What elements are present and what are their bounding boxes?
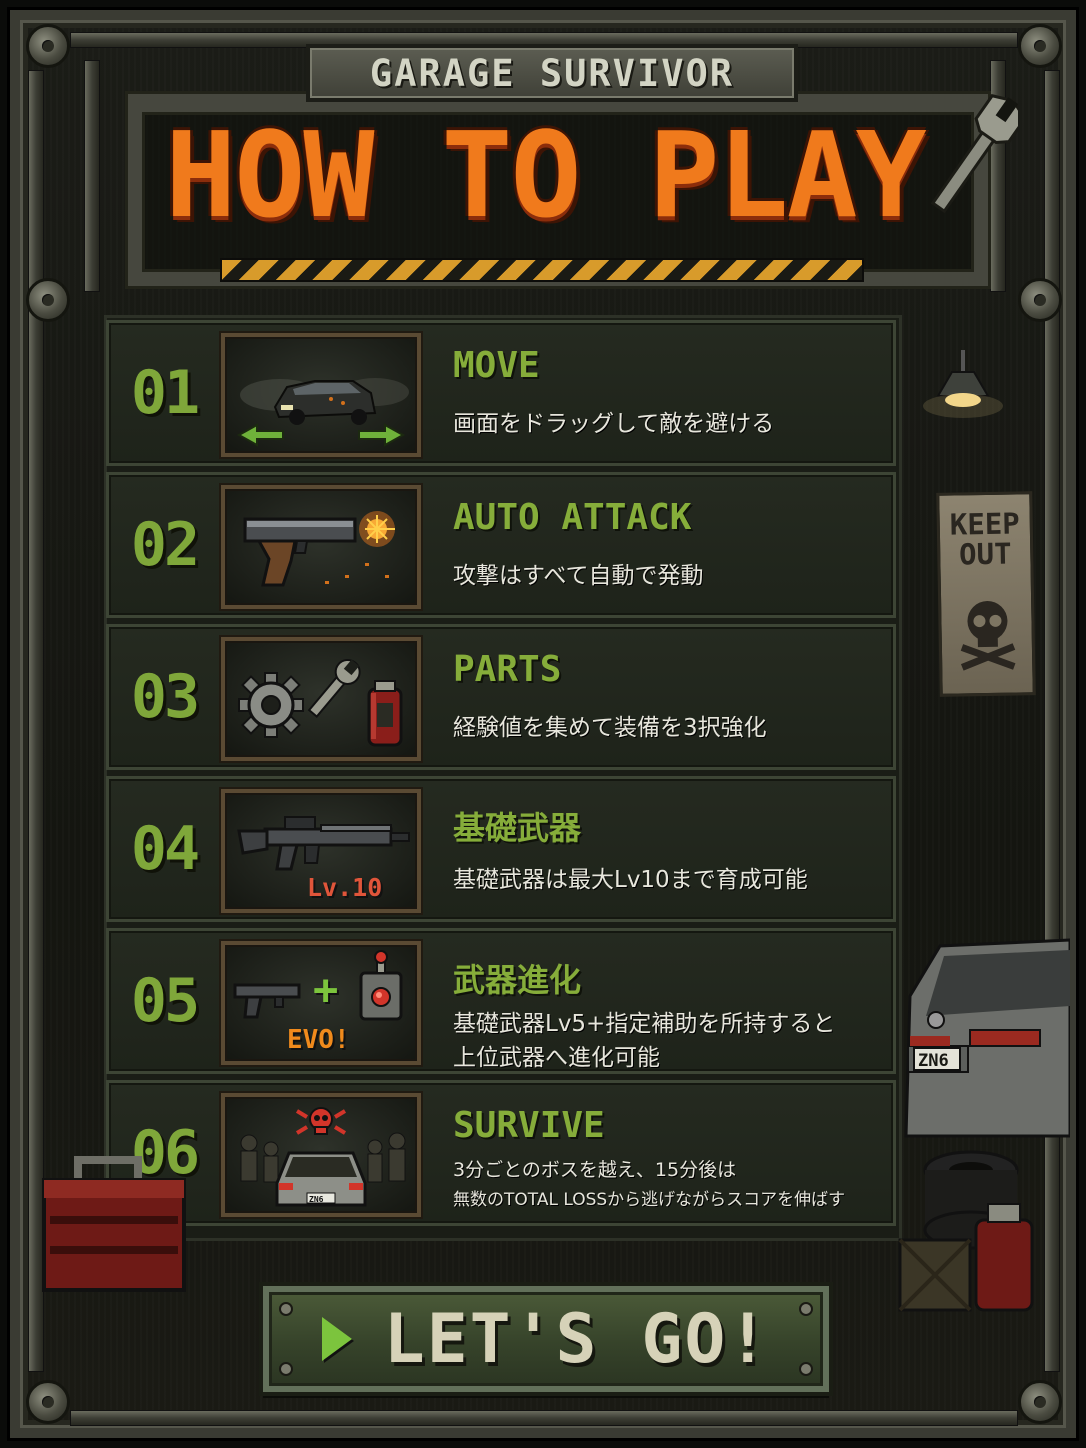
license-plate: ZN6 [309,1195,324,1204]
step-description: 基礎武器Lv5+指定補助を所持すると 上位武器へ進化可能 [453,1007,893,1075]
skull-crossbones-icon [960,600,1016,671]
step-number: 05 [130,966,200,1036]
step-title: MOVE [453,345,540,386]
step-row-weapon-evolution: 05 + EVO! 武器進化 基礎武器Lv5+指定補助を所持すると 上位武器へ進… [106,928,896,1074]
corner-bolt-icon [26,24,70,68]
left-inner-pipe [84,60,100,292]
car-plate-text: ZN6 [918,1051,949,1071]
step-description: 攻撃はすべて自動で発動 [453,563,704,589]
step-title: PARTS [453,649,562,690]
step-title: AUTO ATTACK [453,497,692,538]
subtitle-plate: GARAGE SURVIVOR [306,44,798,102]
keep-out-sign: KEEP OUT [936,491,1036,697]
lets-go-label: LET'S GO! [383,1299,771,1379]
step-number: 03 [130,662,200,732]
step-row-move: 01 MOVE 画面をドラッグして敵を避ける [106,320,896,466]
step-description: 画面をドラッグして敵を避ける [453,411,775,437]
bottom-pipe [70,1410,1018,1426]
corner-bolt-icon [1018,24,1062,68]
ceiling-lamp-icon [923,350,1003,418]
level-badge: Lv.10 [307,873,383,902]
keep-out-text: KEEP OUT [940,506,1031,572]
step-row-parts: 03 PARTS 経験値を集めて装備を3択強化 [106,624,896,770]
page-title: HOW TO PLAY [165,106,926,244]
step-number: 04 [130,814,200,884]
step-description: 基礎武器は最大Lv10まで育成可能 [453,867,808,893]
step-row-auto-attack: 02 AUTO ATTACK 攻撃はすべて自動で発動 [106,472,896,618]
step-description-line: 無数のTOTAL LOSSから逃げながらスコアを伸ばす [453,1190,846,1210]
parked-car-icon [904,938,1070,1138]
right-pipe [1044,70,1060,1372]
step-title: 基礎武器 [453,809,582,847]
step-row-survive: 06 ZN6 SURVIVE 3分ごとのボスを越え、15分後は 無数のTOTAL… [106,1080,896,1226]
pistol-icon [221,485,421,609]
hazard-stripe [220,258,864,282]
gear-wrench-canister-icon [221,637,421,761]
evo-badge: EVO! [287,1025,350,1055]
step-description: 3分ごとのボスを越え、15分後は 無数のTOTAL LOSSから逃げながらスコア… [453,1155,893,1215]
car-with-arrows-icon [221,333,421,457]
step-description-line: 3分ごとのボスを越え、15分後は [453,1159,737,1181]
step-number: 01 [130,358,200,428]
crates-icon [898,1203,1034,1312]
keep-out-line: OUT [958,536,1012,572]
lets-go-button[interactable]: LET'S GO! [263,1286,829,1392]
car-surrounded-skull-icon: ZN6 [221,1093,421,1217]
plus-sign: + [313,965,339,1014]
corner-bolt-icon [1018,278,1062,322]
step-number: 02 [130,510,200,580]
step-row-base-weapon: 04 Lv.10 基礎武器 基礎武器は最大Lv10まで育成可能 [106,776,896,922]
game-subtitle: GARAGE SURVIVOR [369,51,735,95]
play-arrow-icon [321,1317,352,1361]
corner-bolt-icon [1018,1380,1062,1424]
keep-out-line: KEEP [949,506,1020,542]
corner-bolt-icon [26,1380,70,1424]
step-description-line: 基礎武器Lv5+指定補助を所持すると [453,1011,836,1037]
step-description-line: 上位武器へ進化可能 [453,1045,660,1071]
step-title: SURVIVE [453,1105,605,1146]
rifle-icon: Lv.10 [221,789,421,913]
wrench-icon [930,94,1018,214]
toolbox-icon [42,1156,186,1292]
step-title: 武器進化 [453,961,582,999]
weapon-evolution-icon: + EVO! [221,941,421,1065]
step-description: 経験値を集めて装備を3択強化 [453,715,767,741]
corner-bolt-icon [26,278,70,322]
